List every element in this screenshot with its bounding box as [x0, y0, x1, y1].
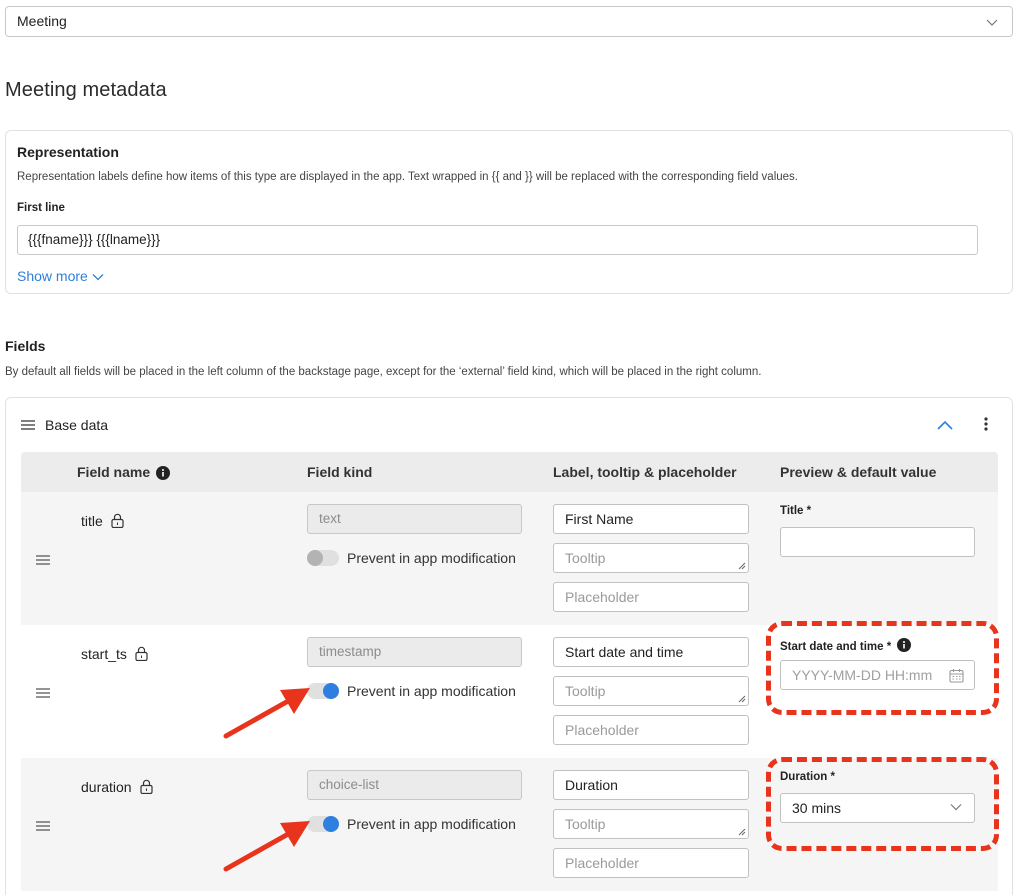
preview-label: Title * [780, 505, 812, 517]
label-input[interactable]: Start date and time [553, 637, 749, 667]
annotation-arrow-icon [223, 688, 310, 739]
label-input[interactable]: First Name [553, 504, 749, 534]
item-type-select[interactable]: Meeting [5, 6, 1013, 37]
toggle-knob [323, 816, 339, 832]
placeholder-input[interactable]: Placeholder [553, 582, 749, 612]
resize-handle-icon[interactable] [738, 828, 746, 836]
prevent-modification-toggle[interactable] [307, 550, 339, 566]
chevron-down-icon [986, 19, 998, 26]
field-name: start_ts [81, 646, 148, 662]
label-input[interactable]: Duration [553, 770, 749, 800]
fields-description: By default all fields will be placed in … [5, 366, 762, 378]
base-data-title: Base data [45, 417, 109, 433]
field-name: title [81, 513, 124, 529]
table-header: Field name Field kind Label, tooltip & p… [21, 452, 998, 492]
toggle-label: Prevent in app modification [347, 683, 516, 699]
representation-title: Representation [17, 144, 119, 160]
column-header-preview: Preview & default value [780, 464, 937, 480]
representation-card: Representation Representation labels def… [5, 130, 1013, 294]
tooltip-textarea[interactable]: Tooltip [553, 809, 749, 839]
chevron-down-icon [92, 274, 104, 281]
page-title: Meeting metadata [5, 79, 167, 101]
show-more-label: Show more [17, 268, 88, 284]
table-row: title text Prevent in app modification F… [21, 492, 998, 625]
resize-handle-icon[interactable] [738, 562, 746, 570]
resize-handle-icon[interactable] [738, 695, 746, 703]
item-type-select-value: Meeting [17, 13, 67, 29]
lock-icon [111, 513, 124, 529]
info-icon[interactable] [156, 466, 171, 481]
annotation-highlight-duration [766, 757, 999, 851]
drag-handle-icon[interactable] [36, 688, 50, 698]
first-line-value: {{{fname}}} {{{lname}}} [28, 232, 161, 247]
more-vertical-icon[interactable] [983, 417, 989, 431]
show-more-link[interactable]: Show more [17, 268, 104, 284]
first-line-label: First line [17, 202, 65, 214]
lock-icon [135, 646, 148, 662]
preview-title-input[interactable] [780, 527, 975, 557]
column-header-field-kind: Field kind [307, 464, 373, 480]
placeholder-input[interactable]: Placeholder [553, 848, 749, 878]
representation-description: Representation labels define how items o… [17, 171, 798, 183]
placeholder-input[interactable]: Placeholder [553, 715, 749, 745]
tooltip-textarea[interactable]: Tooltip [553, 676, 749, 706]
field-kind-input: timestamp [307, 637, 522, 667]
toggle-knob [307, 550, 323, 566]
toggle-label: Prevent in app modification [347, 816, 516, 832]
field-kind-input: choice-list [307, 770, 522, 800]
column-header-label: Label, tooltip & placeholder [553, 464, 737, 480]
drag-handle-icon[interactable] [36, 555, 50, 565]
column-header-field-name: Field name [77, 464, 171, 481]
tooltip-textarea[interactable]: Tooltip [553, 543, 749, 573]
first-line-input[interactable]: {{{fname}}} {{{lname}}} [17, 225, 978, 255]
lock-icon [139, 779, 153, 795]
fields-title: Fields [5, 338, 46, 354]
drag-handle-icon[interactable] [36, 821, 50, 831]
toggle-knob [323, 683, 339, 699]
drag-handle-icon[interactable] [21, 420, 35, 430]
annotation-arrow-icon [223, 821, 310, 872]
field-kind-input: text [307, 504, 522, 534]
chevron-up-icon[interactable] [936, 419, 954, 431]
annotation-highlight-start-date [766, 621, 999, 715]
toggle-label: Prevent in app modification [347, 550, 516, 566]
field-name: duration [81, 779, 153, 795]
